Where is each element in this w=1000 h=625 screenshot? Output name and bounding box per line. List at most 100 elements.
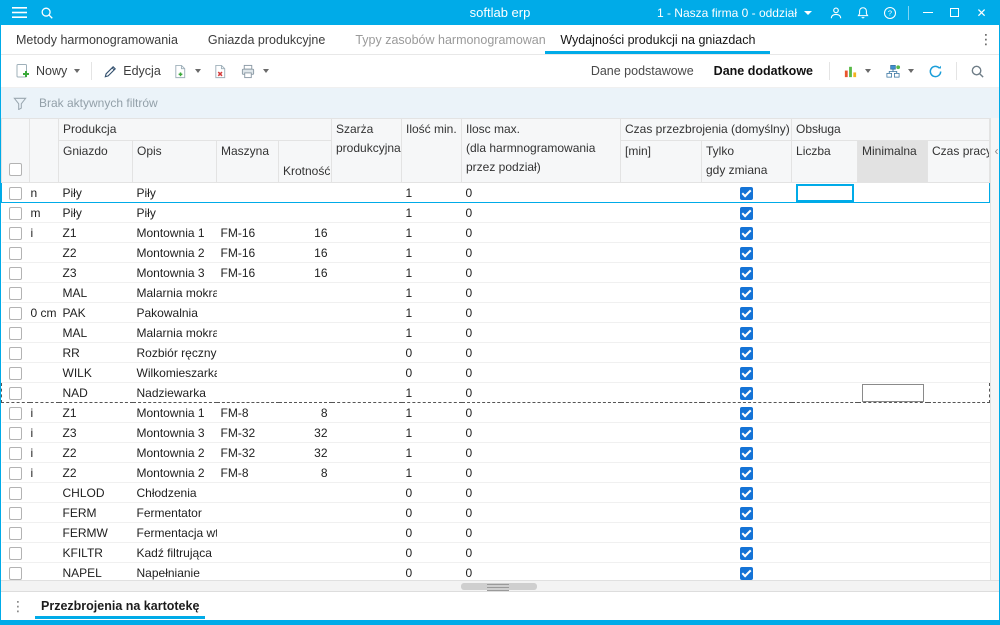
bottom-tabs-menu-button[interactable]: ⋮: [1, 592, 35, 620]
cell-tylko-gdy-zmiana[interactable]: [702, 243, 792, 263]
cell-minimalna[interactable]: [858, 443, 928, 463]
cell-tylko-gdy-zmiana[interactable]: [702, 563, 792, 581]
cell-maszyna[interactable]: [217, 343, 279, 363]
cell-minimalna[interactable]: [858, 523, 928, 543]
cell-liczba[interactable]: [792, 363, 858, 383]
cell-liczba[interactable]: [792, 503, 858, 523]
cell-czas-min[interactable]: [621, 403, 702, 423]
cell-minimalna[interactable]: [858, 183, 928, 203]
table-row[interactable]: MALMalarnia mokra10: [2, 323, 990, 343]
cell-maszyna[interactable]: [217, 563, 279, 581]
cell-liczba[interactable]: [792, 443, 858, 463]
cell-czas-min[interactable]: [621, 443, 702, 463]
checked-checkbox-icon[interactable]: [740, 467, 753, 480]
checked-checkbox-icon[interactable]: [740, 207, 753, 220]
cell-ilosc-max[interactable]: 0: [462, 543, 621, 563]
cell-liczba[interactable]: [792, 203, 858, 223]
cell-czas-pracy[interactable]: [928, 183, 990, 203]
cell-krotnosc[interactable]: [279, 563, 332, 581]
table-row[interactable]: iZ3Montownia 3FM-323210: [2, 423, 990, 443]
cell-clipped[interactable]: [30, 263, 59, 283]
cell-szarza[interactable]: [332, 443, 402, 463]
cell-liczba[interactable]: [792, 563, 858, 581]
row-checkbox[interactable]: [9, 547, 22, 560]
related-data-button[interactable]: [879, 58, 920, 84]
cell-krotnosc[interactable]: [279, 343, 332, 363]
cell-ilosc-max[interactable]: 0: [462, 523, 621, 543]
cell-opis[interactable]: Fermentacja wt: [133, 523, 217, 543]
cell-ilosc-min[interactable]: 1: [402, 403, 462, 423]
checked-checkbox-icon[interactable]: [740, 447, 753, 460]
cell-clipped[interactable]: [30, 503, 59, 523]
cell-minimalna[interactable]: [858, 343, 928, 363]
cell-ilosc-min[interactable]: 0: [402, 543, 462, 563]
cell-opis[interactable]: Montownia 2: [133, 443, 217, 463]
cell-czas-pracy[interactable]: [928, 443, 990, 463]
cell-minimalna[interactable]: [858, 263, 928, 283]
checked-checkbox-icon[interactable]: [740, 247, 753, 260]
cell-gniazdo[interactable]: Z1: [59, 403, 133, 423]
checked-checkbox-icon[interactable]: [740, 427, 753, 440]
help-button[interactable]: ?: [876, 0, 903, 25]
cell-gniazdo[interactable]: Piły: [59, 203, 133, 223]
cell-krotnosc[interactable]: [279, 323, 332, 343]
cell-clipped[interactable]: [30, 563, 59, 581]
cell-liczba[interactable]: [792, 483, 858, 503]
refresh-button[interactable]: [922, 58, 949, 84]
cell-minimalna[interactable]: [858, 543, 928, 563]
cell-krotnosc[interactable]: 16: [279, 263, 332, 283]
cell-ilosc-min[interactable]: 1: [402, 383, 462, 403]
cell-tylko-gdy-zmiana[interactable]: [702, 423, 792, 443]
checked-checkbox-icon[interactable]: [740, 307, 753, 320]
cell-ilosc-min[interactable]: 1: [402, 203, 462, 223]
cell-czas-min[interactable]: [621, 423, 702, 443]
cell-ilosc-max[interactable]: 0: [462, 503, 621, 523]
cell-ilosc-max[interactable]: 0: [462, 383, 621, 403]
row-select-cell[interactable]: [2, 323, 30, 343]
cell-krotnosc[interactable]: [279, 183, 332, 203]
cell-maszyna[interactable]: [217, 203, 279, 223]
row-select-cell[interactable]: [2, 383, 30, 403]
row-select-cell[interactable]: [2, 543, 30, 563]
cell-tylko-gdy-zmiana[interactable]: [702, 343, 792, 363]
table-row[interactable]: WILKWilkomieszarka00: [2, 363, 990, 383]
cell-tylko-gdy-zmiana[interactable]: [702, 483, 792, 503]
cell-krotnosc[interactable]: 16: [279, 223, 332, 243]
cell-szarza[interactable]: [332, 183, 402, 203]
cell-maszyna[interactable]: [217, 323, 279, 343]
cell-liczba[interactable]: [792, 303, 858, 323]
cell-liczba[interactable]: [792, 523, 858, 543]
cell-opis[interactable]: Montownia 3: [133, 263, 217, 283]
cell-gniazdo[interactable]: KFILTR: [59, 543, 133, 563]
cell-tylko-gdy-zmiana[interactable]: [702, 183, 792, 203]
row-select-cell[interactable]: [2, 503, 30, 523]
cell-opis[interactable]: Montownia 2: [133, 463, 217, 483]
cell-czas-min[interactable]: [621, 323, 702, 343]
cell-ilosc-min[interactable]: 0: [402, 523, 462, 543]
row-select-cell[interactable]: [2, 263, 30, 283]
cell-czas-min[interactable]: [621, 263, 702, 283]
table-row[interactable]: MALMalarnia mokra10: [2, 283, 990, 303]
cell-szarza[interactable]: [332, 243, 402, 263]
cell-ilosc-max[interactable]: 0: [462, 443, 621, 463]
cell-czas-pracy[interactable]: [928, 423, 990, 443]
cell-czas-min[interactable]: [621, 343, 702, 363]
tab-metody-harmonogramowania[interactable]: Metody harmonogramowania: [1, 25, 193, 54]
cell-clipped[interactable]: [30, 483, 59, 503]
row-select-cell[interactable]: [2, 363, 30, 383]
cell-clipped[interactable]: n: [30, 183, 59, 203]
cell-minimalna[interactable]: [858, 323, 928, 343]
cell-ilosc-min[interactable]: 1: [402, 183, 462, 203]
table-row[interactable]: NADNadziewarka10: [2, 383, 990, 403]
cell-ilosc-max[interactable]: 0: [462, 563, 621, 581]
cell-minimalna[interactable]: [858, 503, 928, 523]
cell-szarza[interactable]: [332, 503, 402, 523]
cell-maszyna[interactable]: [217, 483, 279, 503]
column-ilosc-max[interactable]: Ilosc max. (dla harmnogramowania przez p…: [462, 119, 621, 183]
cell-szarza[interactable]: [332, 383, 402, 403]
maximize-button[interactable]: [941, 0, 968, 25]
cell-czas-pracy[interactable]: [928, 263, 990, 283]
row-select-cell[interactable]: [2, 283, 30, 303]
cell-krotnosc[interactable]: [279, 303, 332, 323]
cell-krotnosc[interactable]: [279, 283, 332, 303]
